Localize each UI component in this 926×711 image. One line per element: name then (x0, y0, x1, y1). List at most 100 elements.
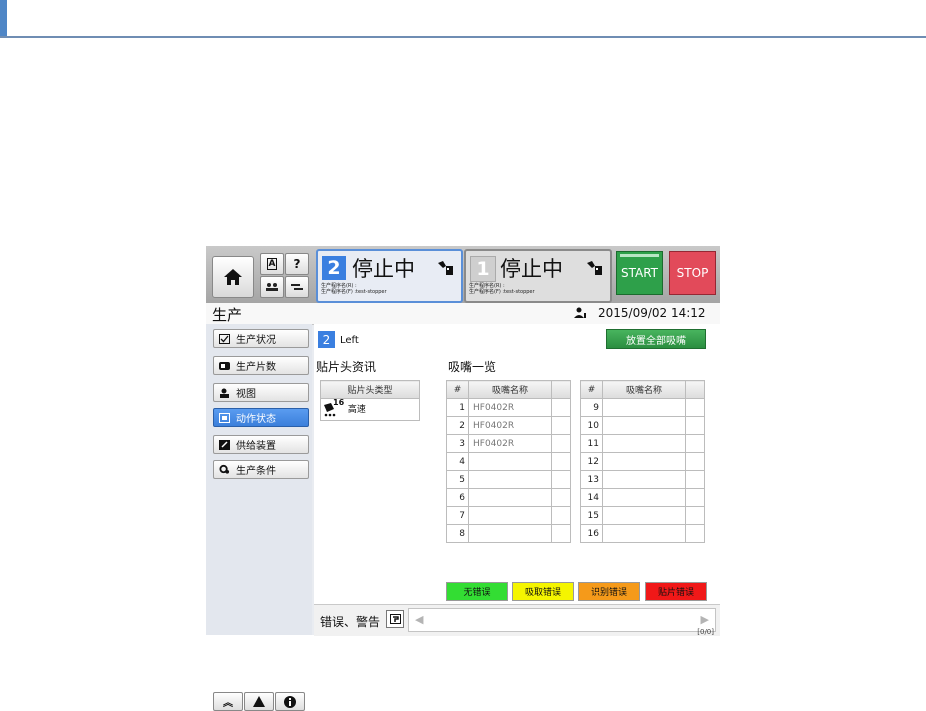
nozzle-name (468, 452, 552, 471)
head-type-header: 贴片头类型 (320, 380, 420, 399)
sidebar-item-feeder[interactable]: 供给装置 (213, 435, 309, 454)
action-status-icon (219, 412, 230, 423)
nozzle-col-number: # (446, 380, 469, 399)
home-button[interactable] (212, 256, 254, 298)
nozzle-status-cell (551, 398, 571, 417)
table-row[interactable]: 15 (580, 506, 705, 525)
nozzle-status-cell (685, 506, 705, 525)
nozzle-number: 7 (446, 506, 469, 525)
counter-icon (219, 361, 230, 371)
nozzle-status-cell (551, 470, 571, 489)
transfer-button[interactable] (285, 276, 309, 298)
nozzle-status-cell (685, 470, 705, 489)
lane-number: 1 (470, 256, 496, 282)
head-type-value: 高速 (347, 405, 366, 416)
datetime: 2015/09/02 14:12 (598, 306, 706, 320)
next-arrow-icon[interactable]: ▶ (701, 613, 709, 626)
nozzle-name (602, 434, 686, 453)
lane-state: 停止中 (500, 257, 563, 281)
nozzle-status-cell (551, 452, 571, 471)
nozzle-status-cell (685, 452, 705, 471)
place-all-nozzles-button[interactable]: 放置全部吸嘴 (606, 329, 706, 349)
error-warning-bar: 错误、警告 ◀ ▶ [0/0] (314, 604, 720, 636)
control-header: A ? 2 停止中 生产程序名(R) : 生产程序名(F) :test-stop… (206, 246, 720, 303)
nozzle-number: 2 (446, 416, 469, 435)
head-type-cell[interactable]: 16 高速 (320, 398, 420, 421)
table-row[interactable]: 6 (446, 488, 571, 507)
info-icon (284, 695, 296, 708)
nozzle-number: 14 (580, 488, 603, 507)
view-icon (219, 388, 230, 398)
head-bin-icon (587, 261, 602, 275)
table-row[interactable]: 2 HF0402R (446, 416, 571, 435)
nozzle-list-title: 吸嘴一览 (448, 360, 497, 374)
nozzle-status-cell (685, 398, 705, 417)
table-row[interactable]: 5 (446, 470, 571, 489)
nozzle-name (602, 506, 686, 525)
sidebar-item-label: 视图 (236, 389, 256, 400)
sidebar-item-production-conditions[interactable]: 生产条件 (213, 460, 309, 479)
nozzle-col-name: 吸嘴名称 (468, 380, 552, 399)
lane-2-status[interactable]: 2 停止中 生产程序名(R) : 生产程序名(F) :test-stopper (316, 249, 463, 303)
stop-button[interactable]: STOP (669, 251, 716, 295)
info-button[interactable] (275, 692, 305, 711)
table-row[interactable]: 10 (580, 416, 705, 435)
sidebar-item-label: 生产条件 (236, 466, 276, 477)
sidebar-item-label: 生产片数 (236, 362, 276, 373)
table-row[interactable]: 7 (446, 506, 571, 525)
nozzle-status-cell (551, 506, 571, 525)
top-banner (0, 0, 926, 38)
nozzle-head-icon: 16 (323, 398, 344, 417)
nozzle-number: 3 (446, 434, 469, 453)
nozzle-name: HF0402R (468, 434, 552, 453)
table-row[interactable]: 12 (580, 452, 705, 471)
table-row[interactable]: 13 (580, 470, 705, 489)
help-button[interactable]: ? (285, 253, 309, 275)
lane-number: 2 (322, 256, 346, 280)
sidebar-item-view[interactable]: 视图 (213, 383, 309, 402)
nozzle-status-cell (685, 488, 705, 507)
error-detail-button[interactable] (386, 610, 404, 628)
table-row[interactable]: 14 (580, 488, 705, 507)
nozzle-number: 12 (580, 452, 603, 471)
a-icon: A (266, 258, 278, 270)
mode-a-button[interactable]: A (260, 253, 284, 275)
nozzle-status-cell (551, 524, 571, 543)
nozzle-col-number: # (580, 380, 603, 399)
sidebar-item-label: 动作状态 (236, 414, 276, 425)
previous-arrow-icon[interactable]: ◀ (415, 613, 423, 626)
lane-1-status[interactable]: 1 停止中 生产程序名(R) : 生产程序名(F) :test-stopper (464, 249, 612, 303)
nozzle-name (602, 416, 686, 435)
help-icon: ? (293, 257, 301, 271)
nozzle-name (602, 488, 686, 507)
legend-pickup-error: 吸取错误 (512, 582, 574, 601)
nozzle-name: HF0402R (468, 416, 552, 435)
warning-button[interactable] (244, 692, 274, 711)
nozzle-col-blank (685, 380, 705, 399)
lane-state: 停止中 (352, 257, 415, 281)
lane-program-f: 生产程序名(F) :test-stopper (321, 289, 387, 295)
sidebar-item-production-count[interactable]: 生产片数 (213, 356, 309, 375)
nozzle-name (468, 524, 552, 543)
error-message-box: ◀ ▶ (408, 608, 716, 632)
nozzle-number: 4 (446, 452, 469, 471)
table-row[interactable]: 9 (580, 398, 705, 417)
table-row[interactable]: 1 HF0402R (446, 398, 571, 417)
page-title: 生产 (212, 306, 243, 324)
start-button[interactable]: START (616, 251, 663, 295)
table-row[interactable]: 8 (446, 524, 571, 543)
head-type-table: 贴片头类型 16 高速 (320, 380, 420, 421)
nozzle-number: 16 (580, 524, 603, 543)
sidebar: 生产状况 生产片数 视图 动作状态 供给装置 生产条件 ︽ (206, 324, 312, 711)
nozzle-status-cell (685, 434, 705, 453)
collapse-button[interactable]: ︽ (213, 692, 243, 711)
operators-button[interactable] (260, 276, 284, 298)
sidebar-item-label: 生产状况 (236, 335, 276, 346)
table-row[interactable]: 4 (446, 452, 571, 471)
table-row[interactable]: 11 (580, 434, 705, 453)
nozzle-status-cell (685, 416, 705, 435)
table-row[interactable]: 16 (580, 524, 705, 543)
sidebar-item-production-status[interactable]: 生产状况 (213, 329, 309, 348)
sidebar-item-action-status[interactable]: 动作状态 (213, 408, 309, 427)
table-row[interactable]: 3 HF0402R (446, 434, 571, 453)
